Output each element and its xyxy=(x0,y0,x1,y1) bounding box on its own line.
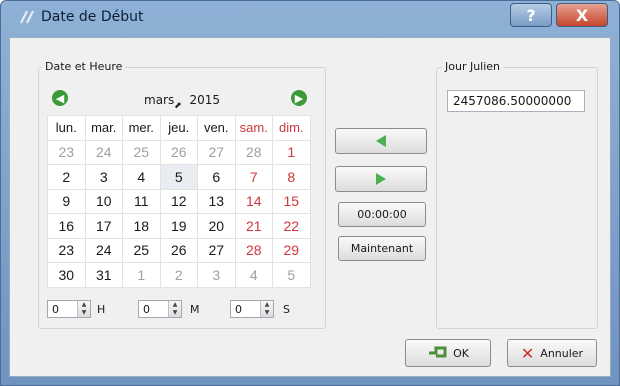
calendar-day-cell[interactable]: 22 xyxy=(272,213,311,239)
minute-spinbox[interactable]: 0 ▲ ▼ xyxy=(138,300,182,318)
calendar-day-cell[interactable]: 26 xyxy=(159,139,198,165)
calendar-day-cell[interactable]: 19 xyxy=(159,213,198,239)
calendar-day-cell[interactable]: 24 xyxy=(84,237,123,263)
calendar-day-cell[interactable]: 10 xyxy=(84,188,123,214)
calendar-day-cell[interactable]: 20 xyxy=(197,213,236,239)
calendar-day-cell[interactable]: 29 xyxy=(272,237,311,263)
year-label[interactable]: 2015 xyxy=(189,93,220,107)
calendar-day-cell[interactable]: 3 xyxy=(84,164,123,190)
ok-button[interactable]: OK xyxy=(405,339,491,367)
calendar-day-cell[interactable]: 3 xyxy=(197,262,236,288)
calendar-day-cell[interactable]: 2 xyxy=(47,164,86,190)
calendar-day-cell[interactable]: 26 xyxy=(159,237,198,263)
calendar-day-cell[interactable]: 31 xyxy=(84,262,123,288)
now-button[interactable]: Maintenant xyxy=(338,236,426,261)
calendar-day-cell[interactable]: 15 xyxy=(272,188,311,214)
cursor-icon: ⬈ xyxy=(174,101,182,111)
second-label: S xyxy=(283,303,290,316)
minute-spin-arrows-icon[interactable]: ▲ ▼ xyxy=(168,301,181,317)
calendar-day-cell[interactable]: 27 xyxy=(197,237,236,263)
calendar-day-cell[interactable]: 18 xyxy=(122,213,161,239)
ok-label: OK xyxy=(453,346,469,360)
help-button[interactable]: ? xyxy=(510,3,552,27)
left-arrow-icon xyxy=(376,135,386,147)
right-arrow-icon xyxy=(376,173,386,185)
weekday-header: ven. xyxy=(197,115,236,141)
hour-label: H xyxy=(97,303,106,316)
calendar-week-row: 9 10 11 12 13 14 15 xyxy=(47,188,311,214)
calendar-day-cell[interactable]: 21 xyxy=(234,213,273,239)
calendar-day-cell[interactable]: 24 xyxy=(84,139,123,165)
weekday-header: mer. xyxy=(122,115,161,141)
julian-day-input[interactable]: 2457086.50000000 xyxy=(447,90,585,112)
right-arrow-button[interactable] xyxy=(335,166,427,192)
calendar-day-cell[interactable]: 23 xyxy=(47,139,86,165)
second-value[interactable]: 0 xyxy=(235,303,242,316)
calendar-day-cell[interactable]: 17 xyxy=(84,213,123,239)
window-title: Date de Début xyxy=(41,9,144,25)
calendar-day-cell[interactable]: 8 xyxy=(272,164,311,190)
weekday-header: mar. xyxy=(84,115,123,141)
calendar-day-cell[interactable]: 27 xyxy=(197,139,236,165)
calendar-day-cell[interactable]: 11 xyxy=(122,188,161,214)
weekday-header: jeu. xyxy=(159,115,198,141)
calendar-day-cell[interactable]: 28 xyxy=(234,139,273,165)
cancel-label: Annuler xyxy=(540,346,584,360)
weekday-header: lun. xyxy=(47,115,86,141)
hour-value[interactable]: 0 xyxy=(52,303,59,316)
calendar-day-cell[interactable]: 30 xyxy=(47,262,86,288)
next-month-icon[interactable]: ▶ xyxy=(291,90,307,106)
calendar-day-cell[interactable]: 5 xyxy=(159,164,198,190)
dialog-window: Date de Début ? X Date et Heure ◀ mars ⬈… xyxy=(0,0,620,386)
minute-value[interactable]: 0 xyxy=(143,303,150,316)
calendar-day-cell[interactable]: 6 xyxy=(197,164,236,190)
second-spin-arrows-icon[interactable]: ▲ ▼ xyxy=(260,301,273,317)
calendar-day-cell[interactable]: 4 xyxy=(122,164,161,190)
cancel-button[interactable]: ✕ Annuler xyxy=(507,339,597,367)
julian-day-group-title: Jour Julien xyxy=(442,60,504,73)
calendar-day-cell[interactable]: 25 xyxy=(122,237,161,263)
date-time-group-title: Date et Heure xyxy=(42,60,126,73)
calendar-day-cell[interactable]: 28 xyxy=(234,237,273,263)
calendar-day-cell[interactable]: 2 xyxy=(159,262,198,288)
previous-month-icon[interactable]: ◀ xyxy=(52,90,68,106)
weekday-header: sam. xyxy=(234,115,273,141)
calendar-week-row: 23 24 25 26 27 28 1 xyxy=(47,139,311,165)
reset-time-button[interactable]: 00:00:00 xyxy=(338,202,426,227)
calendar-week-row: 16 17 18 19 20 21 22 xyxy=(47,213,311,239)
calendar-day-cell[interactable]: 14 xyxy=(234,188,273,214)
second-spinbox[interactable]: 0 ▲ ▼ xyxy=(230,300,274,318)
calendar-day-cell[interactable]: 1 xyxy=(272,139,311,165)
title-bar[interactable]: Date de Début ? X xyxy=(1,1,619,35)
calendar-day-cell[interactable]: 7 xyxy=(234,164,273,190)
red-x-icon: ✕ xyxy=(520,343,535,363)
hour-spinbox[interactable]: 0 ▲ ▼ xyxy=(47,300,91,318)
month-year-header[interactable]: mars ⬈ 2015 xyxy=(144,93,220,111)
calendar-day-cell[interactable]: 12 xyxy=(159,188,198,214)
calendar-grid: lun. mar. mer. jeu. ven. sam. dim. 23 24 25 26 27 2… xyxy=(47,115,311,288)
calendar-week-row: 23 24 25 26 27 28 29 xyxy=(47,237,311,263)
close-button[interactable]: X xyxy=(556,3,608,27)
calendar-day-cell[interactable]: 23 xyxy=(47,237,86,263)
calendar-body: 23 24 25 26 27 28 1 2 3 4 5 6 7 8 9 10 11 12 13 14 15 16 17 18 1… xyxy=(47,139,311,288)
calendar-day-cell[interactable]: 16 xyxy=(47,213,86,239)
calendar-week-row: 30 31 1 2 3 4 5 xyxy=(47,262,311,288)
check-arrow-icon xyxy=(427,345,447,362)
app-icon xyxy=(19,10,37,24)
hour-spin-arrows-icon[interactable]: ▲ ▼ xyxy=(77,301,90,317)
weekday-header: dim. xyxy=(272,115,311,141)
minute-label: M xyxy=(190,303,200,316)
calendar-day-cell[interactable]: 1 xyxy=(122,262,161,288)
calendar-day-cell[interactable]: 9 xyxy=(47,188,86,214)
left-arrow-button[interactable] xyxy=(335,128,427,154)
calendar-day-cell[interactable]: 5 xyxy=(272,262,311,288)
calendar-day-cell[interactable]: 4 xyxy=(234,262,273,288)
calendar-day-cell[interactable]: 25 xyxy=(122,139,161,165)
month-label[interactable]: mars xyxy=(144,93,174,107)
calendar-week-row: 2345678 xyxy=(47,164,311,190)
calendar-day-cell[interactable]: 13 xyxy=(197,188,236,214)
weekday-header-row: lun. mar. mer. jeu. ven. sam. dim. xyxy=(47,115,311,141)
